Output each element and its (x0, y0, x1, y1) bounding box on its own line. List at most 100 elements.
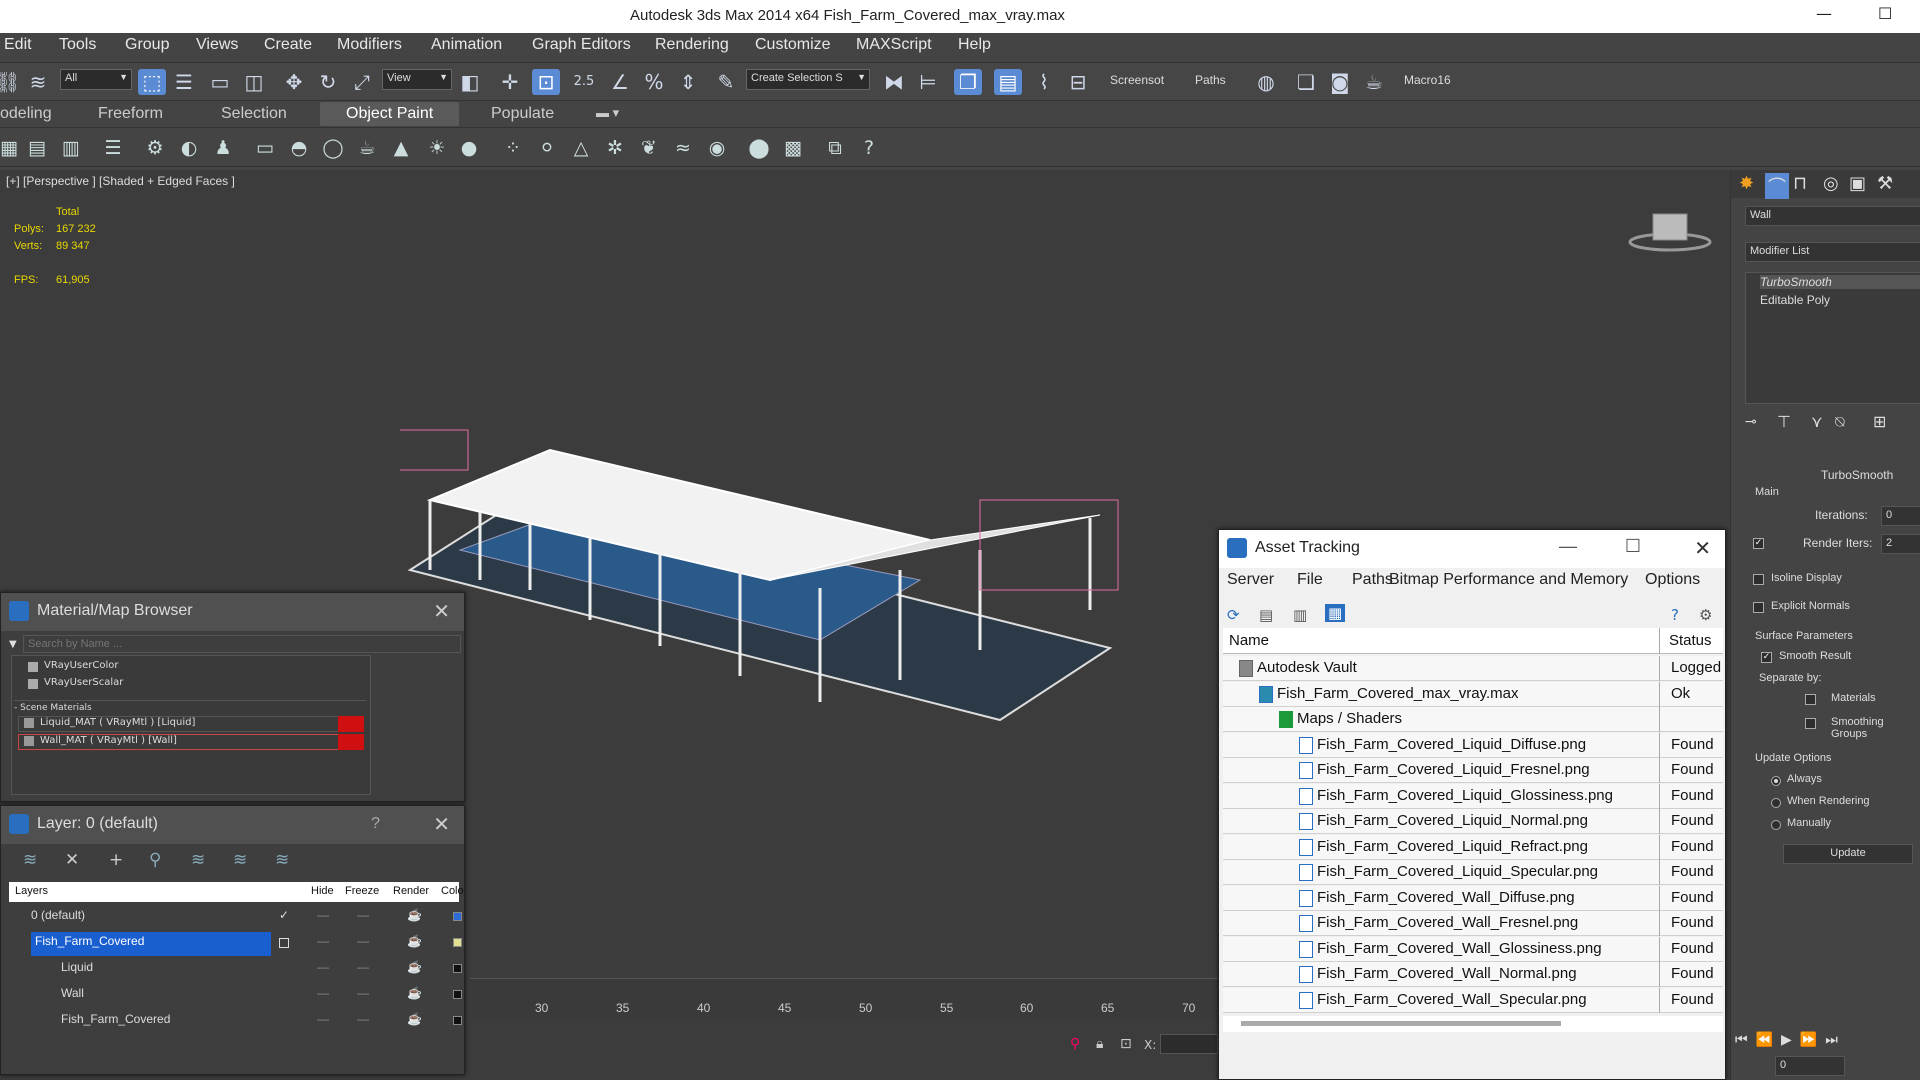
tab-modeling[interactable]: odeling (0, 102, 52, 126)
asset-row[interactable]: Fish_Farm_Covered_max_vray.max Ok (1223, 681, 1723, 707)
asset-row[interactable]: Fish_Farm_Covered_Liquid_Refract.png Foun… (1223, 834, 1723, 860)
select-object-icon[interactable]: ⬚ (138, 69, 166, 95)
render-iters-checkbox[interactable]: ✓ (1753, 538, 1764, 549)
cone-icon[interactable]: ▲ (388, 135, 414, 161)
object-name-field[interactable]: Wall (1745, 206, 1920, 226)
isoline-checkbox[interactable] (1753, 574, 1764, 585)
sphere-icon[interactable]: ◯ (320, 135, 346, 161)
search-input[interactable] (23, 635, 461, 653)
gear-icon[interactable]: ✲ (602, 135, 628, 161)
render-teapot-icon[interactable]: ☕ (407, 960, 422, 974)
layer-name[interactable]: Liquid (61, 960, 93, 974)
fish-farm-model[interactable] (400, 420, 1130, 820)
pin-icon[interactable]: ⚲ (1070, 1036, 1080, 1052)
asset-name[interactable]: Fish_Farm_Covered_Liquid_Refract.png (1317, 838, 1588, 855)
scrollbar-thumb[interactable] (1241, 1021, 1561, 1026)
current-frame-field[interactable]: 0 (1775, 1056, 1845, 1076)
menu-modifiers[interactable]: Modifiers (337, 36, 402, 54)
lock-icon[interactable]: 🔒︎ (1096, 1036, 1103, 1052)
hide-all-icon[interactable]: ≋ (233, 850, 247, 870)
create-tab-icon[interactable]: ✸ (1739, 173, 1754, 194)
asset-row[interactable]: Fish_Farm_Covered_Wall_Glossiness.png Fou… (1223, 936, 1723, 962)
render-production-icon[interactable]: ☕ (1360, 69, 1388, 95)
sun-icon[interactable]: ☀ (424, 135, 450, 161)
make-unique-icon[interactable]: ⋎ (1811, 412, 1823, 431)
freeze-all-icon[interactable]: ≋ (275, 850, 289, 870)
iterations-field[interactable]: 0 (1881, 506, 1920, 526)
configure-sets-icon[interactable]: ⊞ (1873, 412, 1886, 431)
container-icon[interactable]: ⧉ (822, 135, 848, 161)
menu-customize[interactable]: Customize (755, 36, 831, 54)
asset-row[interactable]: Fish_Farm_Covered_Liquid_Fresnel.png Foun… (1223, 758, 1723, 783)
particles-icon[interactable]: ⁘ (500, 135, 526, 161)
material-editor-icon[interactable]: ◍ (1252, 69, 1280, 95)
modifier-list-dropdown[interactable]: Modifier List (1745, 242, 1920, 262)
map-item[interactable]: VRayUserColor (44, 660, 119, 671)
close-icon[interactable]: ✕ (433, 599, 450, 624)
asset-row[interactable]: Fish_Farm_Covered_Wall_Normal.png Found (1223, 962, 1723, 987)
layer-row[interactable]: 0 (default) ✓ — — ☕ (11, 906, 462, 930)
maximize-button[interactable]: ☐ (1625, 536, 1641, 557)
modifier-turbosmooth[interactable]: TurboSmooth (1760, 275, 1920, 289)
asset-row[interactable]: Fish_Farm_Covered_Liquid_Glossiness.png F… (1223, 783, 1723, 809)
hair-icon[interactable]: ❦ (636, 135, 662, 161)
render-teapot-icon[interactable]: ☕ (407, 908, 422, 922)
show-end-result-icon[interactable]: ⊤ (1777, 412, 1791, 431)
tab-object-paint[interactable]: Object Paint (320, 102, 460, 126)
paths-button[interactable]: Paths (1195, 73, 1226, 87)
layer-name[interactable]: 0 (default) (31, 908, 85, 922)
ribbon-options-icon[interactable]: ▬ ▾ (596, 102, 619, 126)
layer-name[interactable]: Wall (61, 986, 84, 1000)
macro-button[interactable]: Macro16 (1404, 73, 1451, 87)
table-view-icon[interactable]: ▥ (1293, 606, 1307, 624)
checker-icon[interactable]: ▩ (780, 135, 806, 161)
list-view-icon[interactable]: ▤ (1259, 606, 1273, 624)
schematic-view-icon[interactable]: ⊟ (1064, 69, 1092, 95)
render-teapot-icon[interactable]: ☕ (407, 1012, 422, 1026)
asset-name[interactable]: Fish_Farm_Covered_Wall_Diffuse.png (1317, 889, 1575, 906)
hide-toggle[interactable]: — (317, 960, 329, 974)
col-freeze[interactable]: Freeze (345, 885, 379, 897)
menu-graph-editors[interactable]: Graph Editors (532, 36, 631, 54)
col-divider[interactable] (1659, 628, 1660, 654)
biped-icon[interactable]: ♟ (210, 135, 236, 161)
at-menu-options[interactable]: Options (1645, 571, 1700, 589)
menu-maxscript[interactable]: MAXScript (856, 36, 932, 54)
teapot-icon[interactable]: ☕ (354, 135, 380, 161)
snap-toggle-icon[interactable]: 2.5 (570, 69, 598, 95)
asset-name[interactable]: Fish_Farm_Covered_Wall_Fresnel.png (1317, 914, 1578, 931)
render-setup-icon[interactable]: ❏ (1292, 69, 1320, 95)
hide-toggle[interactable]: — (317, 986, 329, 1000)
screenshot-button[interactable]: Screensot (1110, 73, 1164, 87)
add-to-layer-icon[interactable]: + (109, 850, 123, 870)
transform-mode-icon[interactable]: ⊡ (1120, 1036, 1132, 1052)
freeze-toggle[interactable]: — (357, 908, 369, 922)
bones-icon[interactable]: ⚙ (142, 135, 168, 161)
new-layer-icon[interactable]: ≋ (23, 850, 37, 870)
menu-views[interactable]: Views (196, 36, 238, 54)
delete-layer-icon[interactable]: ✕ (65, 850, 79, 870)
window-crossing-icon[interactable]: ◫ (240, 69, 268, 95)
asset-name[interactable]: Fish_Farm_Covered_Wall_Glossiness.png (1317, 940, 1602, 957)
minimize-button[interactable]: — (1816, 4, 1832, 23)
freeze-toggle[interactable]: — (357, 960, 369, 974)
x-coordinate-field[interactable] (1160, 1034, 1218, 1054)
hide-toggle[interactable]: — (317, 1012, 329, 1026)
help-button[interactable]: ? (371, 815, 380, 833)
tab-freeform[interactable]: Freeform (98, 102, 163, 126)
rotate-icon[interactable]: ↻ (314, 69, 342, 95)
edit-named-selection-icon[interactable]: ✎ (712, 69, 740, 95)
asset-row[interactable]: Fish_Farm_Covered_Wall_Fresnel.png Found (1223, 911, 1723, 936)
asset-name[interactable]: Fish_Farm_Covered_Liquid_Fresnel.png (1317, 761, 1590, 778)
list-icon[interactable]: ▤ (24, 135, 50, 161)
close-icon[interactable]: ✕ (433, 812, 450, 837)
at-menu-file[interactable]: File (1297, 571, 1323, 589)
tab-populate[interactable]: Populate (491, 102, 554, 126)
select-by-name-icon[interactable]: ☰ (170, 69, 198, 95)
modify-tab-icon[interactable]: ⌒ (1765, 173, 1789, 199)
percent-snap-icon[interactable]: % (640, 69, 668, 95)
render-teapot-icon[interactable]: ☕ (407, 986, 422, 1000)
asset-name[interactable]: Fish_Farm_Covered_Liquid_Normal.png (1317, 812, 1588, 829)
light-sphere-icon[interactable]: ● (456, 135, 482, 161)
layer-row[interactable]: Fish_Farm_Covered — — ☕ (11, 1010, 462, 1034)
